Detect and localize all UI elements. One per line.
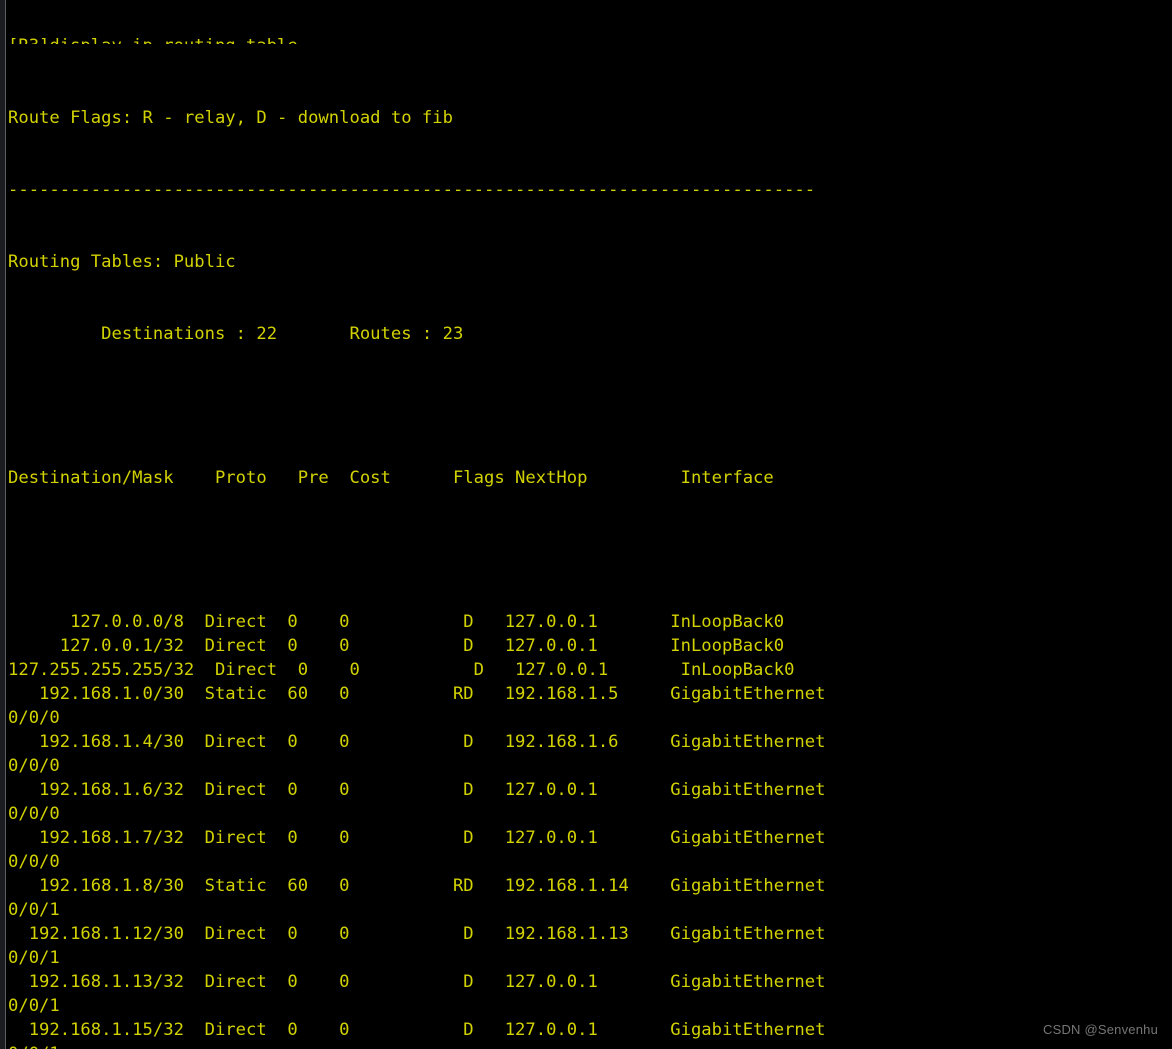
routing-tables-label: Routing Tables: Public (8, 252, 236, 272)
table-row-continuation: 0/0/1 (8, 1042, 1172, 1049)
table-row: 127.255.255.255/32 Direct 0 0 D 127.0.0.… (8, 660, 795, 680)
table-row-continuation: 0/0/1 (8, 900, 60, 920)
table-row: 192.168.1.6/32 Direct 0 0 D 127.0.0.1 Gi… (8, 780, 826, 800)
table-row: 127.0.0.1/32 Direct 0 0 D 127.0.0.1 InLo… (8, 636, 785, 656)
table-row: 192.168.1.0/30 Static 60 0 RD 192.168.1.… (8, 684, 826, 704)
table-row: 192.168.1.15/32 Direct 0 0 D 127.0.0.1 G… (8, 1020, 826, 1040)
terminal-left-gutter (0, 0, 6, 1049)
table-row: 192.168.1.13/32 Direct 0 0 D 127.0.0.1 G… (8, 972, 826, 992)
table-row-continuation: 0/0/1 (8, 996, 60, 1016)
table-row: 192.168.1.8/30 Static 60 0 RD 192.168.1.… (8, 876, 826, 896)
route-flags-legend: Route Flags: R - relay, D - download to … (8, 108, 453, 128)
table-header-row: Destination/Mask Proto Pre Cost Flags Ne… (8, 468, 774, 488)
table-row-continuation: 0/0/0 (8, 804, 60, 824)
table-row-continuation: 0/0/0 (8, 852, 60, 872)
previous-command-line: [R3]display ip routing-table (8, 34, 1172, 44)
separator-rule: ----------------------------------------… (8, 180, 816, 200)
table-row-continuation: 0/0/0 (8, 708, 60, 728)
table-row: 192.168.1.4/30 Direct 0 0 D 192.168.1.6 … (8, 732, 826, 752)
watermark-label: CSDN @Senvenhu (1043, 1022, 1158, 1037)
table-row-continuation: 0/0/0 (8, 756, 60, 776)
table-row: 127.0.0.0/8 Direct 0 0 D 127.0.0.1 InLoo… (8, 612, 785, 632)
table-row: 192.168.1.7/32 Direct 0 0 D 127.0.0.1 Gi… (8, 828, 826, 848)
routing-table-body: 127.0.0.0/8 Direct 0 0 D 127.0.0.1 InLoo… (8, 610, 1172, 1049)
console-output: [R3]display ip routing-table Route Flags… (8, 0, 1172, 1049)
table-row-continuation: 0/0/1 (8, 948, 60, 968)
routing-summary-line: Destinations : 22 Routes : 23 (8, 324, 464, 344)
terminal-window: [R3]display ip routing-table Route Flags… (0, 0, 1172, 1049)
table-row: 192.168.1.12/30 Direct 0 0 D 192.168.1.1… (8, 924, 826, 944)
